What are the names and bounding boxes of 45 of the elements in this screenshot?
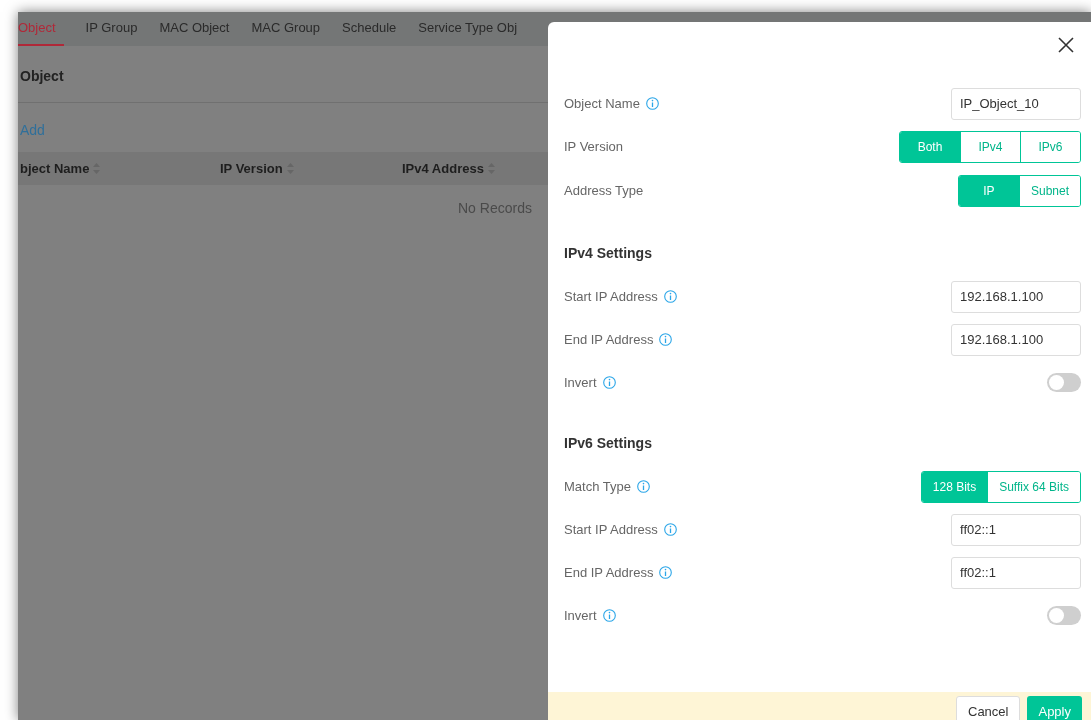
field-label: Match Type bbox=[564, 477, 631, 496]
close-icon[interactable] bbox=[1057, 36, 1075, 54]
info-icon[interactable] bbox=[636, 480, 650, 493]
tab[interactable]: IP Group bbox=[85, 12, 138, 46]
text-field[interactable]: 192.168.1.100 bbox=[951, 280, 1081, 313]
info-icon[interactable] bbox=[645, 97, 659, 110]
field-label: Start IP Address bbox=[564, 287, 658, 306]
column-header[interactable]: IP Version bbox=[220, 158, 283, 179]
info-icon[interactable] bbox=[659, 566, 673, 579]
tab[interactable]: Service Type Obj bbox=[418, 12, 518, 46]
cancel-button[interactable]: Cancel bbox=[956, 696, 1021, 720]
tab[interactable]: MAC Group bbox=[251, 12, 321, 46]
segment-option[interactable]: Both bbox=[900, 131, 960, 162]
info-icon[interactable] bbox=[602, 376, 616, 389]
text-field[interactable]: IP_Object_10 bbox=[951, 87, 1081, 120]
field-label: Invert bbox=[564, 373, 597, 392]
field-label: End IP Address bbox=[564, 563, 654, 582]
info-icon[interactable] bbox=[663, 523, 677, 536]
segment-option[interactable]: IP bbox=[958, 176, 1019, 206]
page-heading: Object bbox=[20, 67, 64, 86]
apply-button[interactable]: Apply bbox=[1027, 696, 1082, 720]
text-field[interactable]: ff02::1 bbox=[951, 513, 1081, 546]
text-field[interactable]: 192.168.1.100 bbox=[951, 323, 1081, 356]
segment-option[interactable]: IPv6 bbox=[1020, 131, 1080, 162]
section-heading: IPv6 Settings bbox=[564, 433, 652, 453]
text-field[interactable]: ff02::1 bbox=[951, 556, 1081, 589]
toggle-switch[interactable] bbox=[1047, 373, 1081, 392]
field-label: Object Name bbox=[564, 94, 640, 113]
info-icon[interactable] bbox=[663, 290, 677, 303]
toggle-switch[interactable] bbox=[1047, 606, 1081, 625]
field-label: IP Version bbox=[564, 137, 624, 156]
field-label: Start IP Address bbox=[564, 520, 658, 539]
field-label: Address Type bbox=[564, 182, 644, 201]
tab[interactable]: Schedule bbox=[342, 12, 397, 46]
info-icon[interactable] bbox=[602, 609, 616, 622]
tab[interactable]: MAC Object bbox=[159, 12, 230, 46]
field-label: Invert bbox=[564, 606, 597, 625]
column-header[interactable]: IPv4 Address bbox=[402, 158, 484, 179]
field-label: End IP Address bbox=[564, 330, 654, 349]
section-heading: IPv4 Settings bbox=[564, 243, 652, 263]
column-header[interactable]: bject Name bbox=[20, 158, 90, 179]
segment-option[interactable]: Subnet bbox=[1018, 176, 1080, 206]
segment-option[interactable]: Suffix 64 Bits bbox=[987, 471, 1080, 502]
segment-option[interactable]: 128 Bits bbox=[921, 471, 988, 502]
info-icon[interactable] bbox=[659, 333, 673, 346]
